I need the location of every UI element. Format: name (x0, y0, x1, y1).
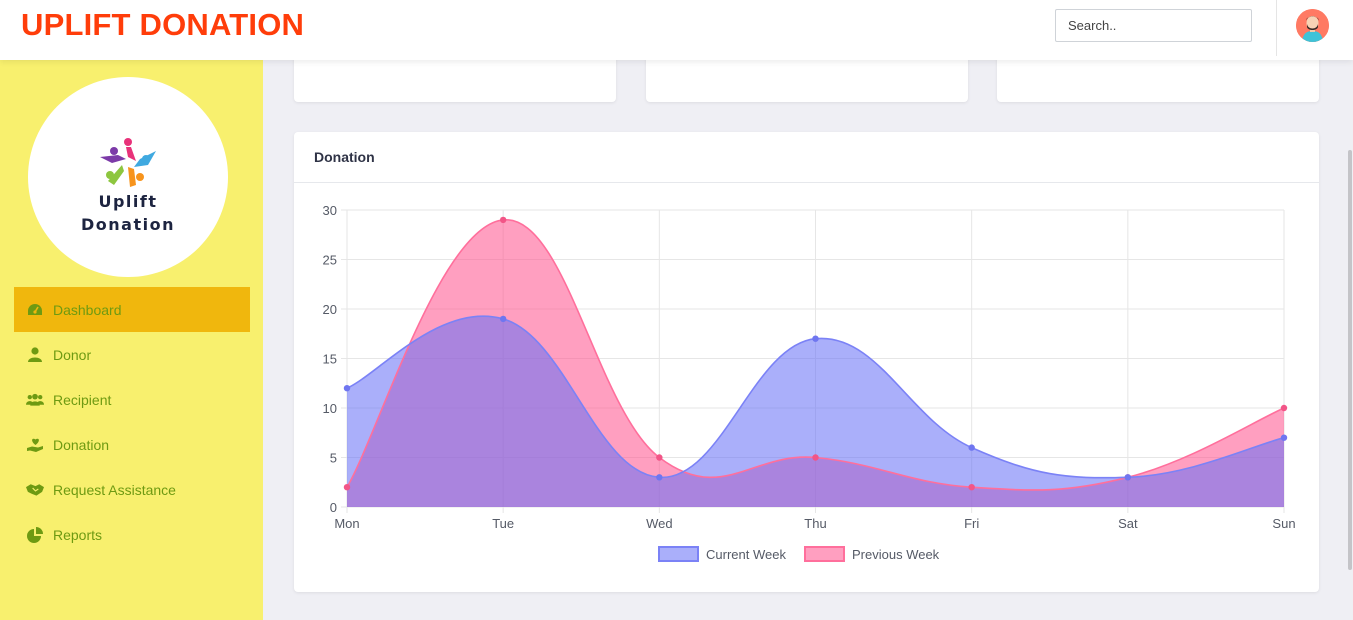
data-point (968, 484, 975, 491)
x-tick-label: Sun (1272, 516, 1295, 531)
user-icon (26, 346, 44, 364)
y-tick-label: 5 (330, 451, 337, 466)
data-point (499, 315, 507, 323)
logo-line-1: Uplift (98, 192, 158, 211)
legend-label: Previous Week (852, 547, 940, 562)
logo-line-2: Donation (81, 215, 175, 234)
x-tick-label: Sat (1118, 516, 1138, 531)
header-divider (1276, 0, 1277, 56)
x-tick-label: Thu (804, 516, 826, 531)
data-point (343, 385, 351, 392)
logo-people-icon (100, 138, 156, 187)
data-point (343, 484, 351, 491)
data-point (1280, 434, 1288, 441)
donation-chart[interactable]: 0 5 10 15 20 25 30 Mon Tue Wed Thu Fri Sat Sun Current… (294, 132, 1319, 592)
legend-swatch (804, 546, 845, 562)
pie-chart-icon (26, 526, 44, 544)
data-point (812, 454, 819, 461)
legend-swatch (658, 546, 699, 562)
data-point (1124, 474, 1132, 481)
scrollbar-thumb[interactable] (1348, 150, 1352, 570)
sidebar-item-label: Reports (53, 526, 103, 543)
sidebar-item-label: Donor (53, 346, 92, 363)
sidebar-nav: Dashboard Donor Recipient Donation Reque… (14, 287, 250, 557)
sidebar-item-reports[interactable]: Reports (14, 512, 250, 557)
x-tick-label: Wed (646, 516, 673, 531)
search-input[interactable] (1055, 9, 1252, 42)
y-tick-label: 25 (323, 253, 337, 268)
data-point (656, 474, 663, 481)
data-point (1280, 404, 1288, 412)
sidebar-item-request-assistance[interactable]: Request Assistance (14, 467, 250, 512)
sidebar: Uplift Donation Dashboard Donor Recipien… (0, 60, 263, 620)
y-tick-label: 20 (323, 302, 337, 317)
data-point (968, 444, 975, 451)
sidebar-item-recipient[interactable]: Recipient (14, 377, 250, 422)
users-icon (26, 391, 44, 409)
data-point (499, 216, 507, 224)
y-tick-label: 0 (330, 500, 337, 515)
logo[interactable]: Uplift Donation (28, 77, 228, 277)
sidebar-item-donation[interactable]: Donation (14, 422, 250, 467)
sidebar-item-donor[interactable]: Donor (14, 332, 250, 377)
sidebar-item-dashboard[interactable]: Dashboard (14, 287, 250, 332)
legend-label: Current Week (706, 547, 786, 562)
hand-heart-icon (26, 436, 44, 454)
data-point (656, 454, 663, 461)
sidebar-item-label: Recipient (53, 391, 112, 408)
series-area-0 (347, 316, 1284, 507)
data-point (812, 335, 819, 342)
donation-chart-card: Donation 0 5 10 15 20 25 30 Mon Tue Wed Thu Fri Sat S… (294, 132, 1319, 592)
y-tick-label: 10 (323, 401, 337, 416)
dashboard-icon (26, 301, 44, 319)
handshake-icon (26, 481, 44, 499)
x-tick-label: Tue (492, 516, 514, 531)
sidebar-item-label: Dashboard (53, 301, 122, 318)
sidebar-item-label: Donation (53, 436, 110, 453)
avatar-icon (1296, 9, 1329, 42)
x-tick-label: Mon (334, 516, 359, 531)
sidebar-item-label: Request Assistance (53, 481, 176, 498)
avatar[interactable] (1296, 9, 1329, 42)
brand-title[interactable]: UPLIFT DONATION (21, 7, 304, 43)
x-tick-label: Fri (964, 516, 979, 531)
y-tick-label: 15 (323, 352, 337, 367)
y-tick-label: 30 (323, 203, 337, 218)
top-bar: UPLIFT DONATION (0, 0, 1353, 60)
